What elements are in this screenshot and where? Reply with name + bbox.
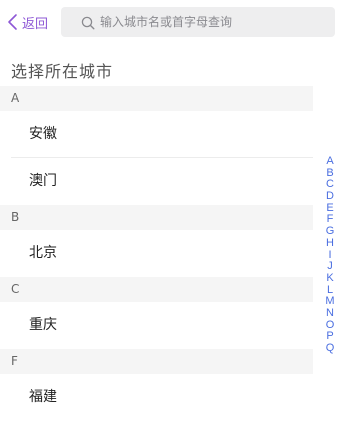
index-letter-h[interactable]: H	[326, 237, 334, 250]
index-letter-q[interactable]: Q	[326, 342, 335, 355]
index-letter-k[interactable]: K	[326, 272, 333, 285]
back-label: 返回	[22, 16, 49, 32]
alphabet-index-bar[interactable]: A B C D E F G H I J K L M N O P Q	[322, 155, 338, 355]
back-button[interactable]: 返回	[6, 10, 48, 34]
city-item-chongqing[interactable]: 重庆	[0, 302, 313, 349]
index-letter-d[interactable]: D	[326, 190, 334, 203]
search-input[interactable]	[100, 15, 320, 29]
city-item-anhui[interactable]: 安徽	[0, 111, 313, 158]
header-bar: 返回	[0, 0, 345, 44]
index-letter-n[interactable]: N	[326, 307, 334, 320]
city-item-fujian[interactable]: 福建	[0, 374, 313, 421]
chevron-left-icon	[6, 13, 20, 31]
search-icon	[81, 15, 95, 30]
search-box[interactable]	[61, 7, 335, 37]
city-item-macau[interactable]: 澳门	[0, 158, 313, 205]
city-item-beijing[interactable]: 北京	[0, 230, 313, 277]
city-list[interactable]: A 安徽 澳门 B 北京 C 重庆 F 福建	[0, 86, 313, 421]
index-letter-a[interactable]: A	[326, 155, 333, 168]
page-title: 选择所在城市	[11, 62, 114, 81]
section-header-b: B	[0, 205, 313, 230]
section-header-a: A	[0, 86, 313, 111]
section-header-c: C	[0, 277, 313, 302]
section-header-f: F	[0, 349, 313, 374]
